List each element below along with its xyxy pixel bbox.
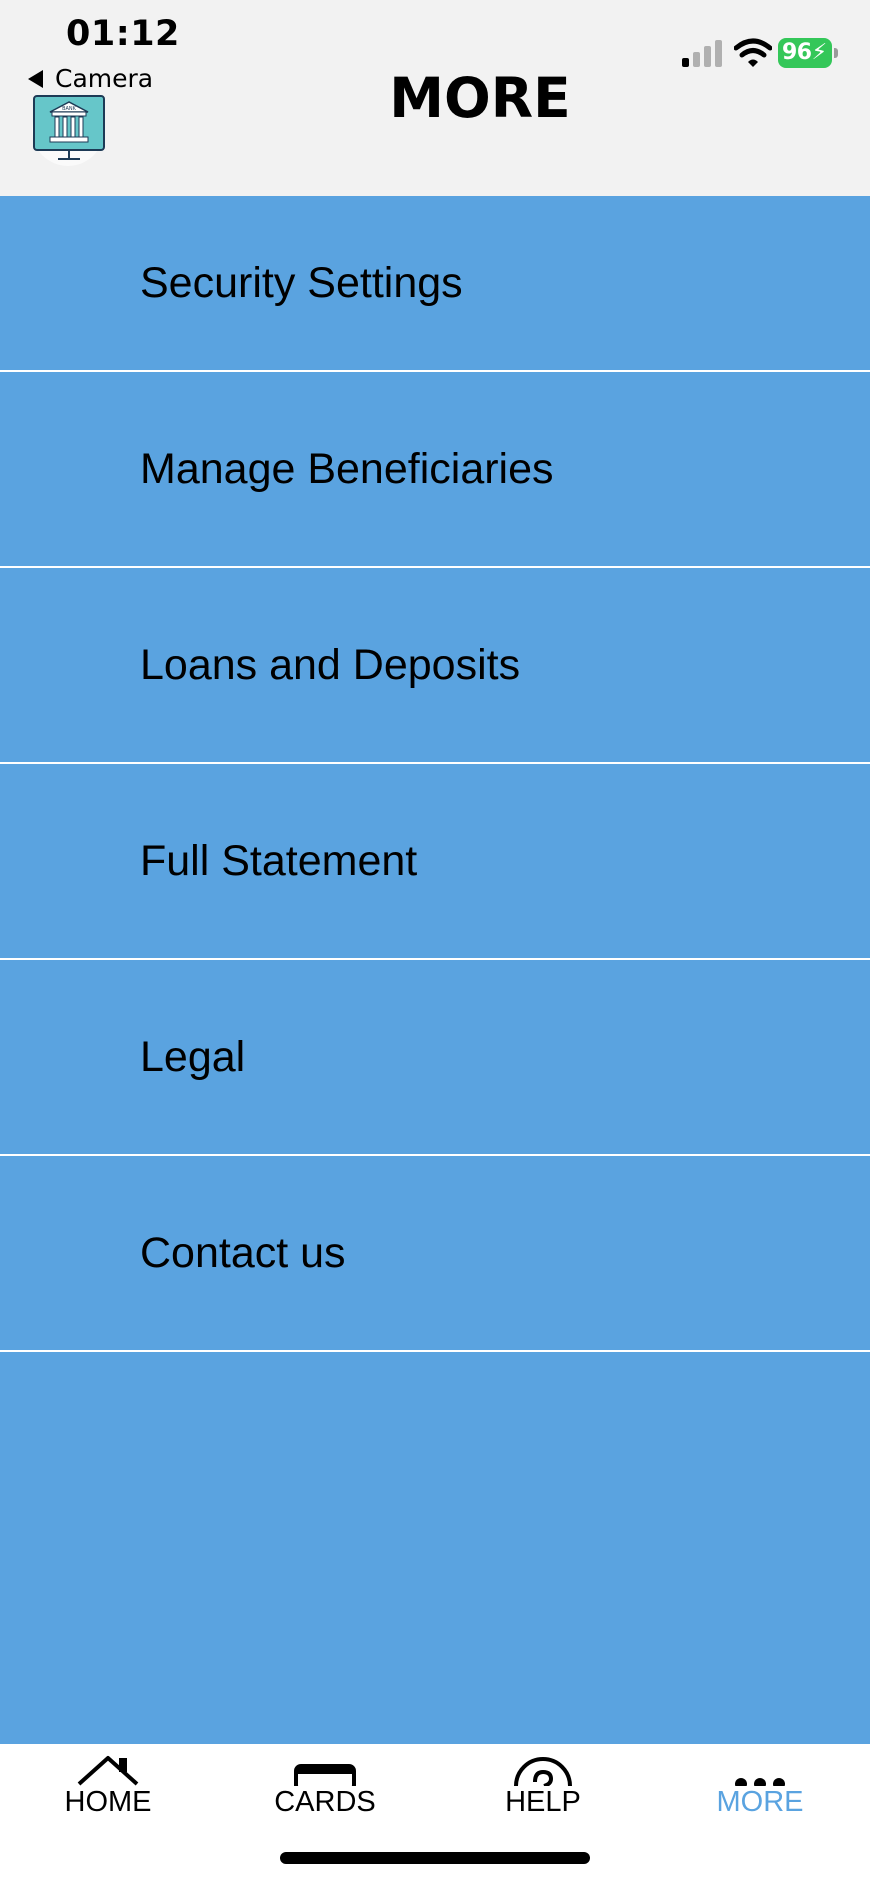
tab-label: HELP (505, 1786, 581, 1818)
menu-item-label: Security Settings (140, 258, 463, 307)
header-bar: 01:12 Camera BANK MORE 96⚡ (0, 0, 870, 196)
menu-item-label: Full Statement (140, 836, 418, 885)
page-title: MORE (389, 66, 571, 130)
menu-item-label: Loans and Deposits (140, 640, 521, 689)
tab-home[interactable]: HOME (8, 1744, 208, 1844)
menu-item-label: Legal (140, 1032, 246, 1081)
home-icon (77, 1756, 139, 1786)
menu-item-loans-and-deposits[interactable]: Loans and Deposits (0, 568, 870, 764)
menu-item-contact-us[interactable]: Contact us (0, 1156, 870, 1352)
tab-cards[interactable]: CARDS (225, 1744, 425, 1844)
card-icon (294, 1764, 356, 1786)
menu-item-security-settings[interactable]: Security Settings (0, 196, 870, 372)
menu-item-label: Contact us (140, 1228, 346, 1277)
battery-level: 96 (782, 40, 812, 65)
menu-item-manage-beneficiaries[interactable]: Manage Beneficiaries (0, 372, 870, 568)
help-icon (514, 1757, 572, 1786)
charging-bolt-icon: ⚡ (811, 40, 827, 65)
wifi-icon (734, 38, 772, 67)
tab-label: HOME (64, 1786, 152, 1818)
battery-indicator: 96⚡ (778, 38, 838, 68)
menu-item-legal[interactable]: Legal (0, 960, 870, 1156)
home-indicator[interactable] (280, 1852, 590, 1864)
more-icon (735, 1778, 785, 1786)
menu-item-label: Manage Beneficiaries (140, 444, 554, 493)
tab-more[interactable]: MORE (660, 1744, 860, 1844)
menu-item-full-statement[interactable]: Full Statement (0, 764, 870, 960)
status-time: 01:12 (66, 14, 180, 54)
cellular-signal-icon (682, 40, 722, 67)
more-menu-list: Security Settings Manage Beneficiaries L… (0, 196, 870, 1352)
tab-label: CARDS (274, 1786, 376, 1818)
tab-help[interactable]: HELP (443, 1744, 643, 1844)
tab-label: MORE (716, 1786, 804, 1818)
